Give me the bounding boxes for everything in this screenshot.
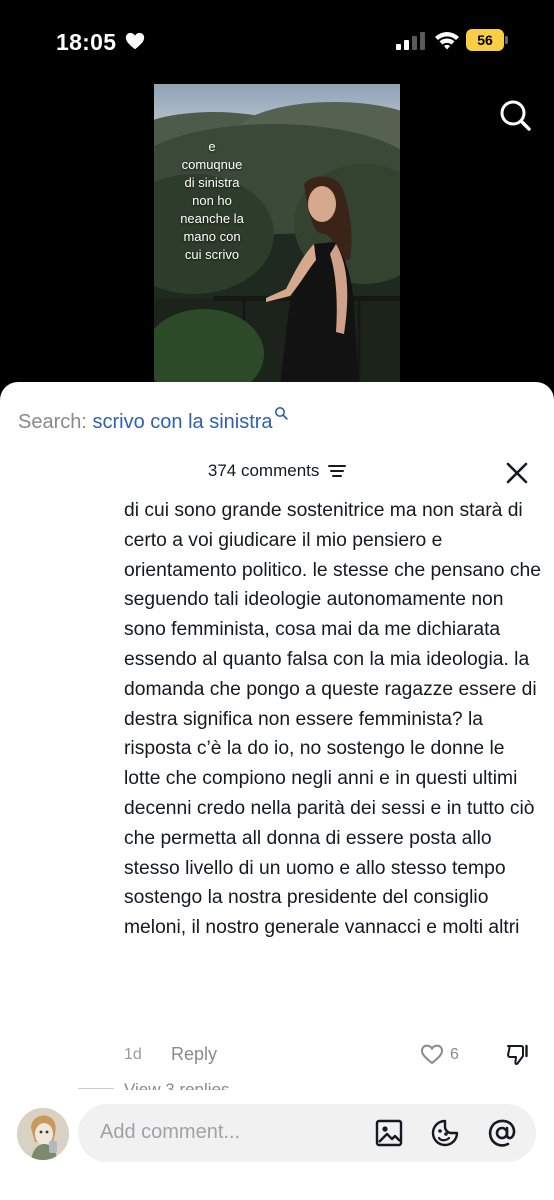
battery-icon: 56: [466, 29, 508, 51]
sort-icon[interactable]: [328, 464, 347, 478]
like-count: 6: [450, 1046, 459, 1063]
avatar-image: [17, 1108, 69, 1160]
status-time: 18:05: [56, 29, 117, 55]
cellular-signal-icon: [396, 32, 425, 50]
battery-level: 56: [466, 29, 504, 51]
reply-button[interactable]: Reply: [171, 1044, 217, 1065]
wifi-icon: [435, 32, 459, 50]
replies-divider: [78, 1088, 114, 1089]
emoji-icon[interactable]: [430, 1118, 460, 1148]
comment-input-bar: Add comment...: [0, 1090, 554, 1200]
search-suggestion-label: Search:: [18, 411, 87, 433]
search-suggestion-query[interactable]: scrivo con la sinistra: [93, 411, 273, 433]
video-overlay-caption: e comuqnue di sinistra non ho neanche la…: [180, 139, 244, 262]
search-small-icon: [274, 407, 288, 420]
comment-input-placeholder: Add comment...: [100, 1121, 241, 1143]
heart-outline-icon: [420, 1044, 444, 1065]
search-icon[interactable]: [498, 98, 532, 132]
close-icon[interactable]: [506, 462, 528, 484]
heart-status-icon: [125, 32, 145, 50]
video-area[interactable]: e comuqnue di sinistra non ho neanche la…: [0, 84, 554, 394]
comment-timestamp: 1d: [124, 1046, 142, 1063]
comments-count: 374 comments: [207, 460, 320, 480]
image-icon[interactable]: [374, 1118, 404, 1148]
battery-cap: [505, 36, 508, 44]
mention-icon[interactable]: [486, 1117, 518, 1149]
comment-text: di cui sono grande sostenitrice ma non s…: [124, 500, 541, 939]
like-button[interactable]: 6: [420, 1042, 466, 1068]
status-bar: 18:05 56: [0, 0, 554, 84]
search-suggestion[interactable]: Search: scrivo con la sinistra: [18, 406, 288, 434]
comments-sheet: Search: scrivo con la sinistra 374 comme…: [0, 382, 554, 1200]
video-thumbnail[interactable]: e comuqnue di sinistra non ho neanche la…: [154, 84, 400, 394]
comment-meta: 1d Reply 6: [124, 1042, 534, 1068]
comments-header: 374 comments: [0, 460, 554, 481]
avatar[interactable]: [17, 1108, 69, 1160]
dislike-icon[interactable]: [505, 1042, 530, 1067]
comment-input[interactable]: Add comment...: [78, 1104, 536, 1162]
